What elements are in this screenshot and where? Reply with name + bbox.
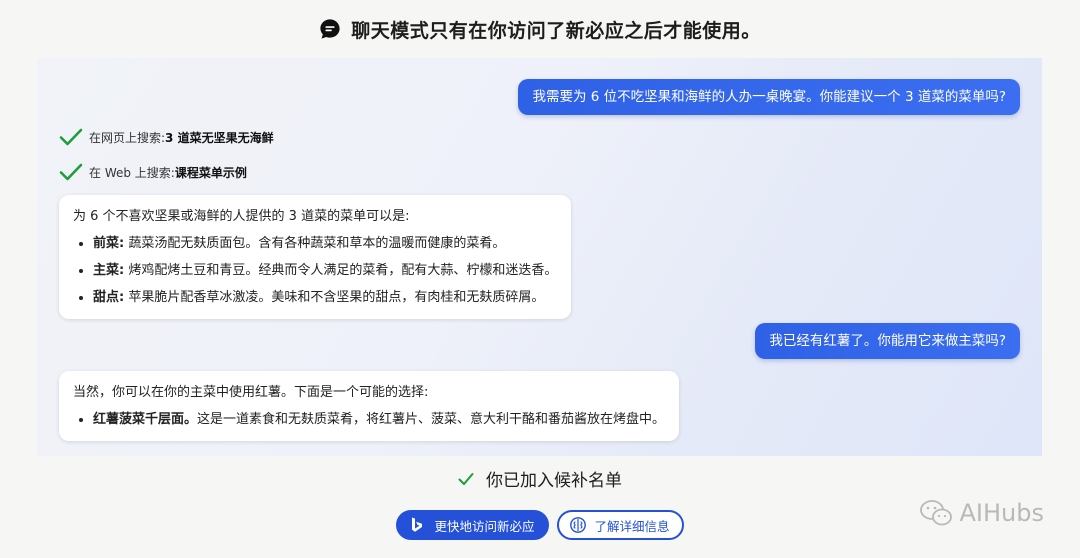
chat-bubble-icon [320,19,340,39]
item-label: 主菜: [93,263,125,278]
item-text: 这是一道素食和无麸质菜肴，将红薯片、菠菜、意大利干酪和番茄酱放在烤盘中。 [197,412,666,427]
bot-message-intro: 为 6 个不喜欢坚果或海鲜的人提供的 3 道菜的菜单可以是: [73,209,410,224]
waitlist-status: 你已加入候补名单 [0,466,1080,491]
list-item: 甜点: 苹果脆片配香草冰激凌。美味和不含坚果的甜点，有肉桂和无麸质碎屑。 [93,284,557,311]
user-message: 我需要为 6 位不吃坚果和海鲜的人办一桌晚宴。你能建议一个 3 道菜的菜单吗? [518,79,1020,115]
item-text: 苹果脆片配香草冰激凌。美味和不含坚果的甜点，有肉桂和无麸质碎屑。 [124,290,545,305]
faster-access-button[interactable]: 更快地访问新必应 [396,510,549,540]
user-message: 我已经有红薯了。你能用它来做主菜吗? [755,323,1020,359]
list-item: 红薯菠菜千层面。这是一道素食和无麸质菜肴，将红薯片、菠菜、意大利干酪和番茄酱放在… [93,406,665,433]
watermark-text: AIHubs [959,499,1045,527]
wechat-icon [919,500,952,526]
bot-message: 当然，你可以在你的主菜中使用红薯。下面是一个可能的选择: 红薯菠菜千层面。这是一… [59,371,680,441]
page-header: 聊天模式只有在你访问了新必应之后才能使用。 [0,0,1080,58]
waitlist-status-text: 你已加入候补名单 [486,471,622,491]
brain-icon [569,517,586,533]
faster-access-label: 更快地访问新必应 [434,518,535,534]
menu-list: 前菜: 蔬菜汤配无麸质面包。含有各种蔬菜和草本的温暖而健康的菜肴。 主菜: 烤鸡… [73,230,557,311]
search-query: 3 道菜无坚果无海鲜 [165,130,274,145]
item-text: 蔬菜汤配无麸质面包。含有各种蔬菜和草本的温暖而健康的菜肴。 [124,236,506,251]
item-label: 前菜: [93,236,125,251]
checkmark-icon [59,128,83,146]
item-label: 红薯菠菜千层面。 [93,412,198,427]
search-status-1: 在网页上搜索: 3 道菜无坚果无海鲜 [59,127,274,147]
learn-more-label: 了解详细信息 [594,518,670,534]
bot-message: 为 6 个不喜欢坚果或海鲜的人提供的 3 道菜的菜单可以是: 前菜: 蔬菜汤配无… [59,195,572,319]
suggestion-list: 红薯菠菜千层面。这是一道素食和无麸质菜肴，将红薯片、菠菜、意大利干酪和番茄酱放在… [73,406,665,433]
learn-more-button[interactable]: 了解详细信息 [556,510,684,540]
checkmark-icon [59,163,83,181]
search-query: 课程菜单示例 [174,165,247,180]
list-item: 前菜: 蔬菜汤配无麸质面包。含有各种蔬菜和草本的温暖而健康的菜肴。 [93,230,557,257]
checkmark-icon [458,472,474,485]
search-status-2: 在 Web 上搜索: 课程菜单示例 [59,162,247,182]
bot-message-intro: 当然，你可以在你的主菜中使用红薯。下面是一个可能的选择: [73,385,429,400]
item-text: 烤鸡配烤土豆和青豆。经典而令人满足的菜肴，配有大蒜、柠檬和迷迭香。 [124,263,558,278]
item-label: 甜点: [93,290,125,305]
bing-logo-icon [412,517,423,532]
search-prefix: 在 Web 上搜索: [89,165,175,180]
list-item: 主菜: 烤鸡配烤土豆和青豆。经典而令人满足的菜肴，配有大蒜、柠檬和迷迭香。 [93,257,557,284]
page-title: 聊天模式只有在你访问了新必应之后才能使用。 [351,19,761,42]
search-prefix: 在网页上搜索: [89,130,166,145]
watermark: AIHubs [918,498,1045,528]
chat-transcript: 我需要为 6 位不吃坚果和海鲜的人办一桌晚宴。你能建议一个 3 道菜的菜单吗? … [37,58,1042,456]
